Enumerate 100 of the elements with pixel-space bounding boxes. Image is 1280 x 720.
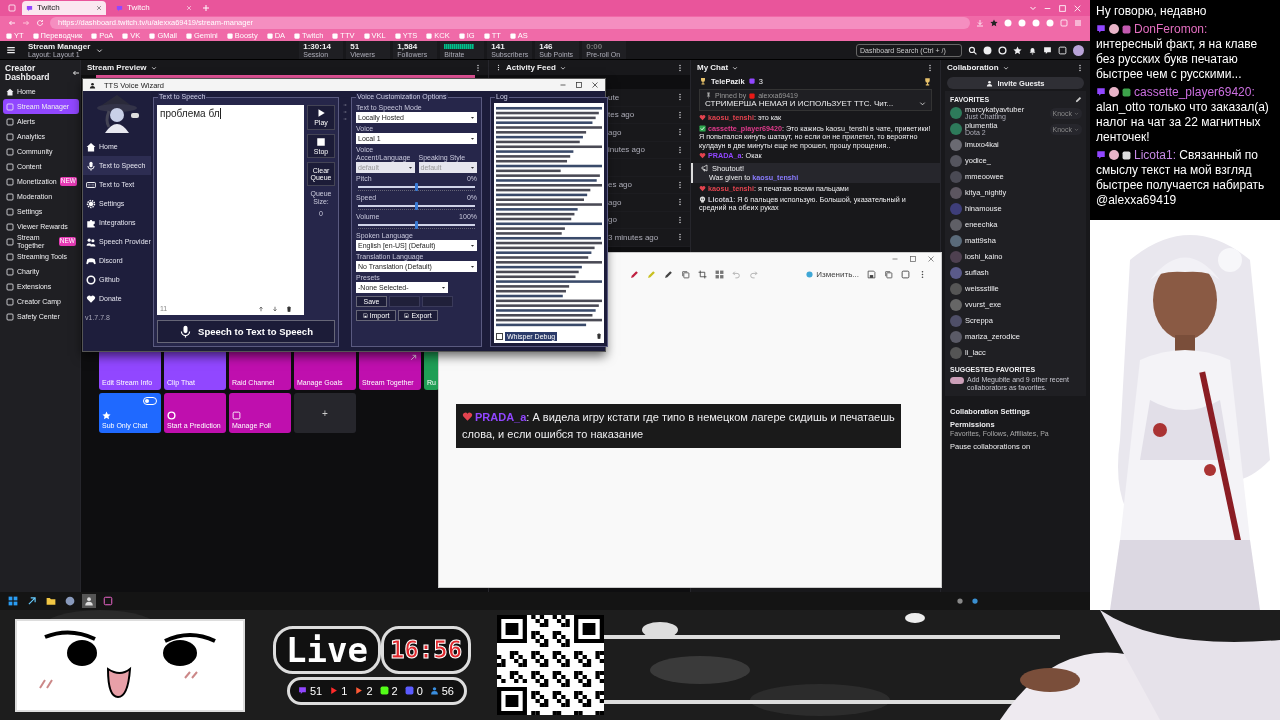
avatar: [1109, 87, 1119, 97]
maximize-icon[interactable]: [909, 254, 917, 263]
more-icon[interactable]: [1076, 63, 1084, 72]
panel-title: Collaboration: [947, 63, 999, 72]
check-badge-icon: [699, 124, 706, 132]
more-icon[interactable]: [676, 128, 684, 137]
mic-icon: [86, 160, 96, 171]
maximize-icon[interactable]: [575, 81, 583, 89]
more-icon[interactable]: [676, 233, 684, 242]
circle-icon[interactable]: [65, 596, 75, 606]
house-icon: [6, 87, 14, 96]
trash-icon[interactable]: [596, 333, 602, 339]
search-icon[interactable]: [968, 45, 977, 55]
bubble-icon: [298, 686, 307, 695]
more-icon[interactable]: [926, 63, 934, 72]
avatar[interactable]: [1073, 44, 1084, 56]
slider-thumb[interactable]: [415, 202, 418, 210]
chevron-icon: [1074, 110, 1079, 116]
square-icon: [6, 162, 14, 171]
new-tab-icon[interactable]: [202, 4, 210, 12]
trophy-icon[interactable]: [923, 76, 932, 86]
gear-icon: [86, 198, 96, 209]
copy-icon[interactable]: [884, 269, 893, 279]
heart-icon: [86, 293, 96, 304]
start-icon[interactable]: [8, 596, 18, 606]
grid-icon[interactable]: [715, 269, 725, 279]
chat-message: cassette_player69420: alan_otto только что заказал(а) налог на чат за 22 магнитных ленточек!: [1096, 85, 1270, 145]
more-icon[interactable]: [676, 145, 684, 154]
browser-tab[interactable]: Twitch: [22, 1, 106, 15]
person-icon[interactable]: [84, 596, 94, 606]
edit-button[interactable]: Изменить...: [806, 269, 859, 279]
arrow-down-icon[interactable]: [272, 305, 278, 312]
square-icon: [6, 132, 14, 141]
slider-thumb[interactable]: [415, 221, 418, 229]
checkbox[interactable]: [496, 332, 503, 340]
menu-icon[interactable]: [6, 45, 16, 55]
copy-icon[interactable]: [681, 269, 691, 279]
dropdown-icon[interactable]: [732, 64, 739, 71]
star-icon: [102, 410, 111, 420]
collapse-icon[interactable]: [72, 69, 80, 77]
disk-icon: [404, 313, 410, 318]
layout-dropdown-icon[interactable]: [96, 46, 104, 54]
activity-time: tes ago: [608, 110, 635, 120]
reload-icon[interactable]: [36, 19, 44, 27]
close-icon[interactable]: [96, 5, 102, 11]
stat-value: 1,584: [397, 42, 418, 51]
bubble-icon[interactable]: [1043, 45, 1052, 55]
badge-square-icon: [1122, 25, 1131, 34]
play-icon: [329, 686, 339, 695]
play-icon: [316, 108, 326, 118]
speech-button[interactable]: Speech to Text to Speech: [157, 320, 335, 343]
heart-icon: [462, 411, 473, 422]
more-icon[interactable]: [474, 63, 482, 72]
more-icon[interactable]: [676, 63, 684, 72]
crop-icon[interactable]: [698, 269, 708, 279]
ring-icon: [167, 410, 176, 420]
bell-icon[interactable]: [1028, 45, 1037, 55]
stat-value: 0:00: [586, 42, 604, 51]
activity-time: inutes ago: [608, 145, 645, 155]
trash-icon[interactable]: [286, 305, 292, 312]
chevron-icon: [1074, 126, 1079, 132]
arrow-up-icon[interactable]: [258, 305, 264, 312]
person-icon: [986, 79, 994, 87]
edit-icon[interactable]: [1075, 96, 1082, 103]
house-icon: [86, 141, 96, 152]
caret-icon: [470, 264, 475, 269]
star-icon[interactable]: [1013, 45, 1022, 55]
add-action-button[interactable]: +: [294, 393, 356, 433]
slider-thumb[interactable]: [415, 183, 418, 191]
activity-time: ago: [608, 127, 622, 137]
folder-icon[interactable]: [46, 596, 56, 606]
dropdown-icon[interactable]: [150, 64, 157, 71]
dropdown-icon[interactable]: [1002, 64, 1009, 71]
arrow-icon[interactable]: [27, 596, 37, 606]
square-icon: [6, 177, 14, 186]
more-icon[interactable]: [676, 93, 684, 102]
circle-icon[interactable]: [983, 45, 992, 55]
more-icon[interactable]: [676, 198, 684, 207]
more-icon[interactable]: [676, 163, 684, 172]
drag-handle-icon[interactable]: [495, 64, 502, 71]
play-icon: [354, 686, 364, 695]
activity-time: ute: [608, 92, 620, 102]
chat-message: PRADA_a: А видела игру кстати где типо в немецком лагере сидишь и печатаешь слова, и если ошибся то наказание: [456, 404, 901, 448]
square-icon[interactable]: [901, 269, 910, 279]
more-icon[interactable]: [676, 215, 684, 224]
close-icon[interactable]: [927, 254, 935, 263]
close-icon[interactable]: [591, 81, 599, 89]
star-icon[interactable]: [990, 19, 998, 27]
gamepad-icon: [86, 255, 96, 266]
window-menu-icon[interactable]: [8, 4, 16, 12]
dropdown-icon[interactable]: [559, 64, 566, 71]
expand-icon[interactable]: [919, 100, 926, 107]
square-icon[interactable]: [103, 596, 113, 606]
more-icon[interactable]: [676, 180, 684, 189]
heart-icon: [699, 114, 706, 121]
more-icon[interactable]: [676, 110, 684, 119]
chat-bubble-icon: [1096, 150, 1106, 160]
chat-message: DonFeromon: интересный факт, я на клаве без русских букв печатаю быстрее чем с русскими...: [1096, 22, 1259, 82]
tab-bubble-icon: [116, 4, 123, 12]
ring-icon[interactable]: [998, 45, 1007, 55]
